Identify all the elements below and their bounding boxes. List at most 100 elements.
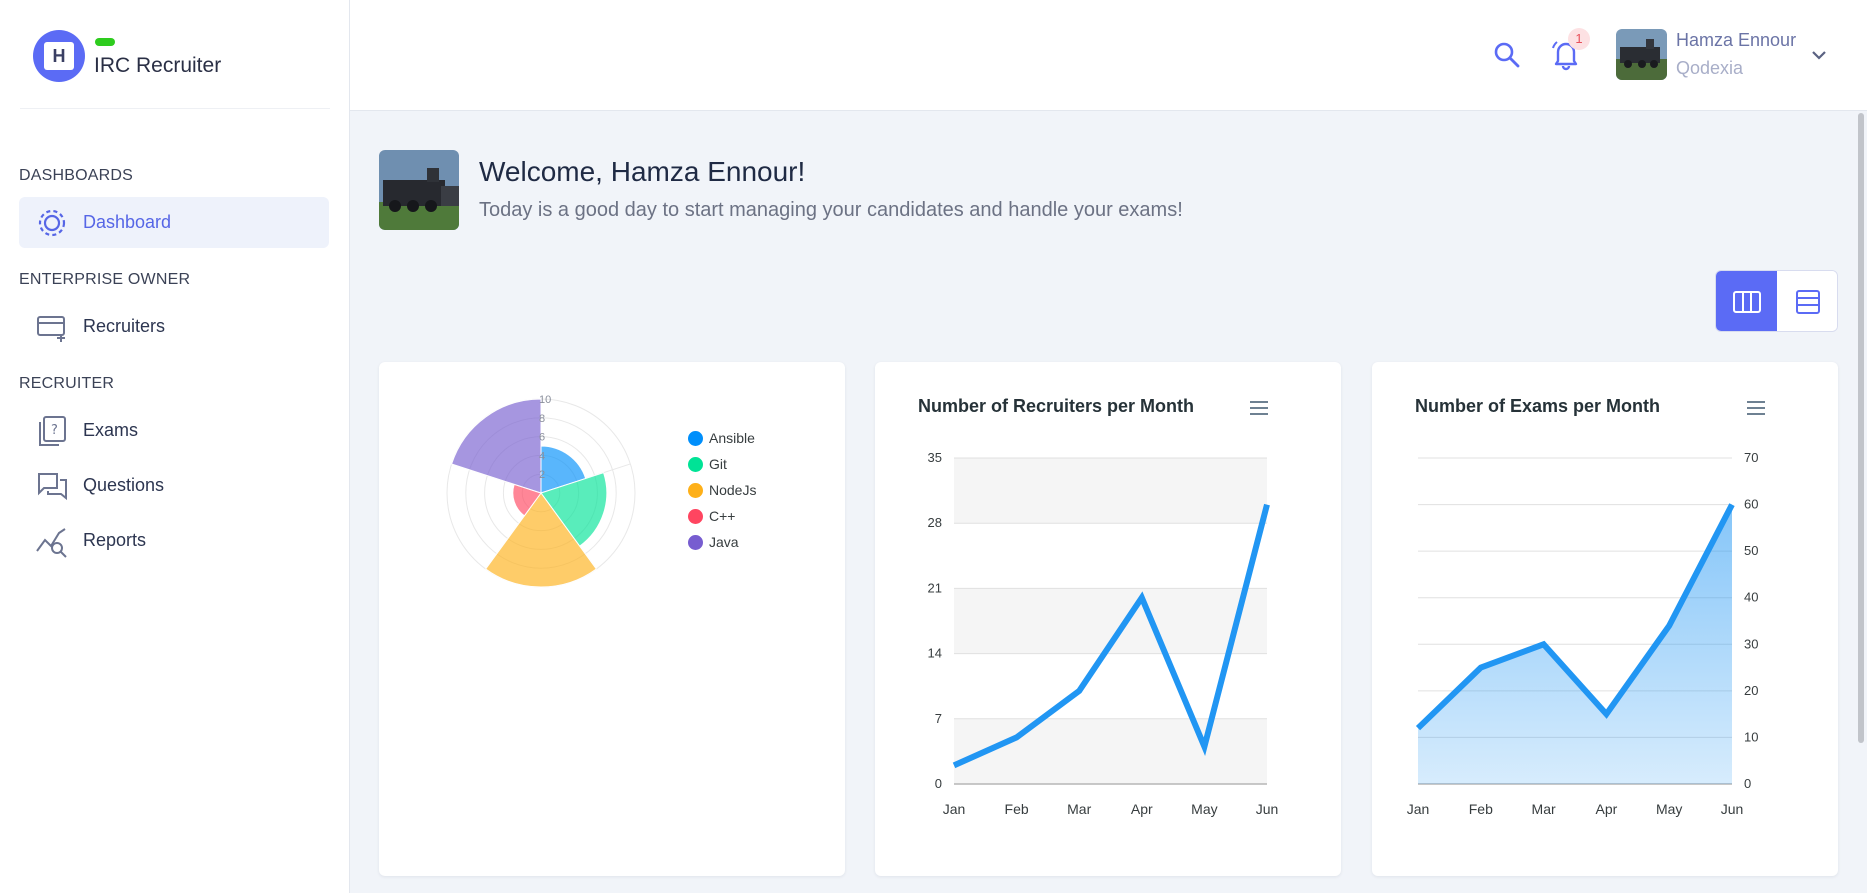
y-tick-label: 70 (1744, 450, 1758, 465)
user-organization: Qodexia (1676, 58, 1744, 78)
y-tick-label: 60 (1744, 497, 1758, 512)
legend-label: Ansible (709, 430, 755, 446)
polar-tick-label: 4 (539, 450, 545, 462)
columns-icon (1732, 291, 1761, 313)
legend-marker (688, 456, 703, 472)
x-tick-label: May (1191, 801, 1217, 817)
sidebar-item-label: Dashboard (83, 212, 172, 232)
app-name: IRC Recruiter (94, 54, 222, 77)
chart-search-icon (35, 524, 69, 558)
section-title-recruiter: RECRUITER (19, 375, 115, 392)
y-tick-label: 10 (1744, 729, 1758, 744)
grid-band (954, 458, 1267, 524)
polar-slice-java (450, 398, 542, 494)
welcome-title: Welcome, Hamza Ennour! (479, 156, 806, 187)
search-icon[interactable] (1492, 40, 1522, 70)
chart-legend: Ansible Git NodeJs C++ Java (688, 425, 756, 555)
topbar: 1 Hamza Ennour Qodexia (350, 0, 1867, 111)
sidebar-item-reports[interactable]: Reports (19, 515, 329, 566)
sidebar-item-recruiters[interactable]: Recruiters (19, 301, 329, 352)
legend-item[interactable]: Java (688, 529, 756, 555)
sidebar-item-label: Reports (83, 530, 147, 550)
welcome-avatar (379, 150, 459, 230)
brand[interactable]: H IRC Recruiter (33, 30, 333, 110)
sidebar-item-exams[interactable]: ? Exams (19, 405, 329, 456)
legend-marker (688, 508, 703, 524)
legend-item[interactable]: C++ (688, 503, 756, 529)
legend-label: Java (709, 534, 739, 550)
polar-area-chart: 2 4 6 8 10 (446, 394, 636, 588)
y-tick-label: 0 (935, 776, 942, 791)
polar-tick-label: 6 (539, 432, 545, 444)
x-tick-label: Mar (1532, 801, 1556, 817)
grid-view-button[interactable] (1716, 271, 1777, 331)
y-tick-label: 28 (928, 515, 942, 530)
chart-title: Number of Exams per Month (1415, 396, 1661, 416)
y-tick-label: 7 (935, 711, 942, 726)
scrollbar-thumb[interactable] (1858, 113, 1864, 743)
grid-band (954, 718, 1267, 784)
y-tick-label: 50 (1744, 543, 1758, 558)
hamburger-menu-icon[interactable] (1745, 398, 1767, 418)
user-name[interactable]: Hamza Ennour (1676, 30, 1796, 51)
x-tick-label: Jan (1407, 801, 1430, 817)
y-tick-label: 21 (928, 580, 942, 595)
legend-marker (688, 482, 703, 498)
svg-text:?: ? (51, 423, 58, 438)
sidebar-item-label: Recruiters (83, 316, 166, 336)
chat-bubbles-icon (35, 469, 69, 503)
status-indicator (95, 38, 115, 46)
chart-title: Number of Recruiters per Month (918, 396, 1195, 416)
y-tick-label: 30 (1744, 636, 1758, 651)
view-toggle (1715, 270, 1838, 332)
sidebar-item-label: Exams (83, 420, 139, 440)
sidebar: H IRC Recruiter DASHBOARDS Dashboard ENT… (0, 0, 350, 893)
y-tick-label: 40 (1744, 590, 1758, 605)
legend-marker (688, 430, 703, 446)
x-tick-label: Jun (1721, 801, 1744, 817)
sidebar-item-label: Questions (83, 475, 165, 495)
sidebar-item-dashboard[interactable]: Dashboard (19, 197, 329, 248)
sidebar-item-questions[interactable]: Questions (19, 460, 329, 511)
welcome-subtitle: Today is a good day to start managing yo… (479, 199, 1183, 221)
skills-chart-card: 2 4 6 8 10 Ansible Git NodeJs C++ Java (379, 362, 845, 876)
avatar[interactable] (1616, 29, 1667, 80)
notification-badge: 1 (1568, 28, 1590, 50)
legend-item[interactable]: NodeJs (688, 477, 756, 503)
x-tick-label: Jan (943, 801, 966, 817)
x-tick-label: Apr (1131, 801, 1153, 817)
gear-icon (35, 206, 69, 240)
y-tick-label: 14 (928, 646, 942, 661)
polar-tick-label: 8 (539, 413, 545, 425)
logo-icon: H (33, 30, 85, 82)
list-view-button[interactable] (1777, 271, 1837, 331)
y-tick-label: 35 (928, 450, 942, 465)
exams-area-chart: 0 10 20 30 40 50 60 70 Jan Feb Mar Apr May Jun (1407, 450, 1759, 817)
card-add-icon (35, 310, 69, 344)
x-tick-label: Apr (1596, 801, 1618, 817)
x-tick-label: Mar (1067, 801, 1091, 817)
x-tick-label: Jun (1256, 801, 1279, 817)
rows-icon (1795, 290, 1820, 314)
recruiters-chart-card: 0 7 14 21 28 35 Jan Feb Mar Apr May Jun Number of R… (875, 362, 1341, 876)
legend-label: NodeJs (709, 482, 757, 498)
y-tick-label: 20 (1744, 683, 1758, 698)
polar-tick-label: 10 (539, 394, 551, 406)
polar-tick-label: 2 (539, 469, 545, 481)
exams-chart-card: 0 10 20 30 40 50 60 70 Jan Feb Mar Apr May Jun Number… (1372, 362, 1838, 876)
hamburger-menu-icon[interactable] (1248, 398, 1270, 418)
question-doc-icon: ? (35, 414, 69, 448)
section-title-enterprise-owner: ENTERPRISE OWNER (19, 271, 191, 288)
x-tick-label: Feb (1005, 801, 1029, 817)
x-tick-label: Feb (1469, 801, 1493, 817)
legend-marker (688, 534, 703, 550)
x-tick-label: May (1656, 801, 1682, 817)
legend-label: C++ (709, 508, 736, 524)
chevron-down-icon[interactable] (1808, 44, 1830, 66)
y-tick-label: 0 (1744, 776, 1751, 791)
legend-item[interactable]: Ansible (688, 425, 756, 451)
legend-item[interactable]: Git (688, 451, 756, 477)
divider (20, 108, 330, 109)
legend-label: Git (709, 456, 727, 472)
section-title-dashboards: DASHBOARDS (19, 167, 134, 184)
